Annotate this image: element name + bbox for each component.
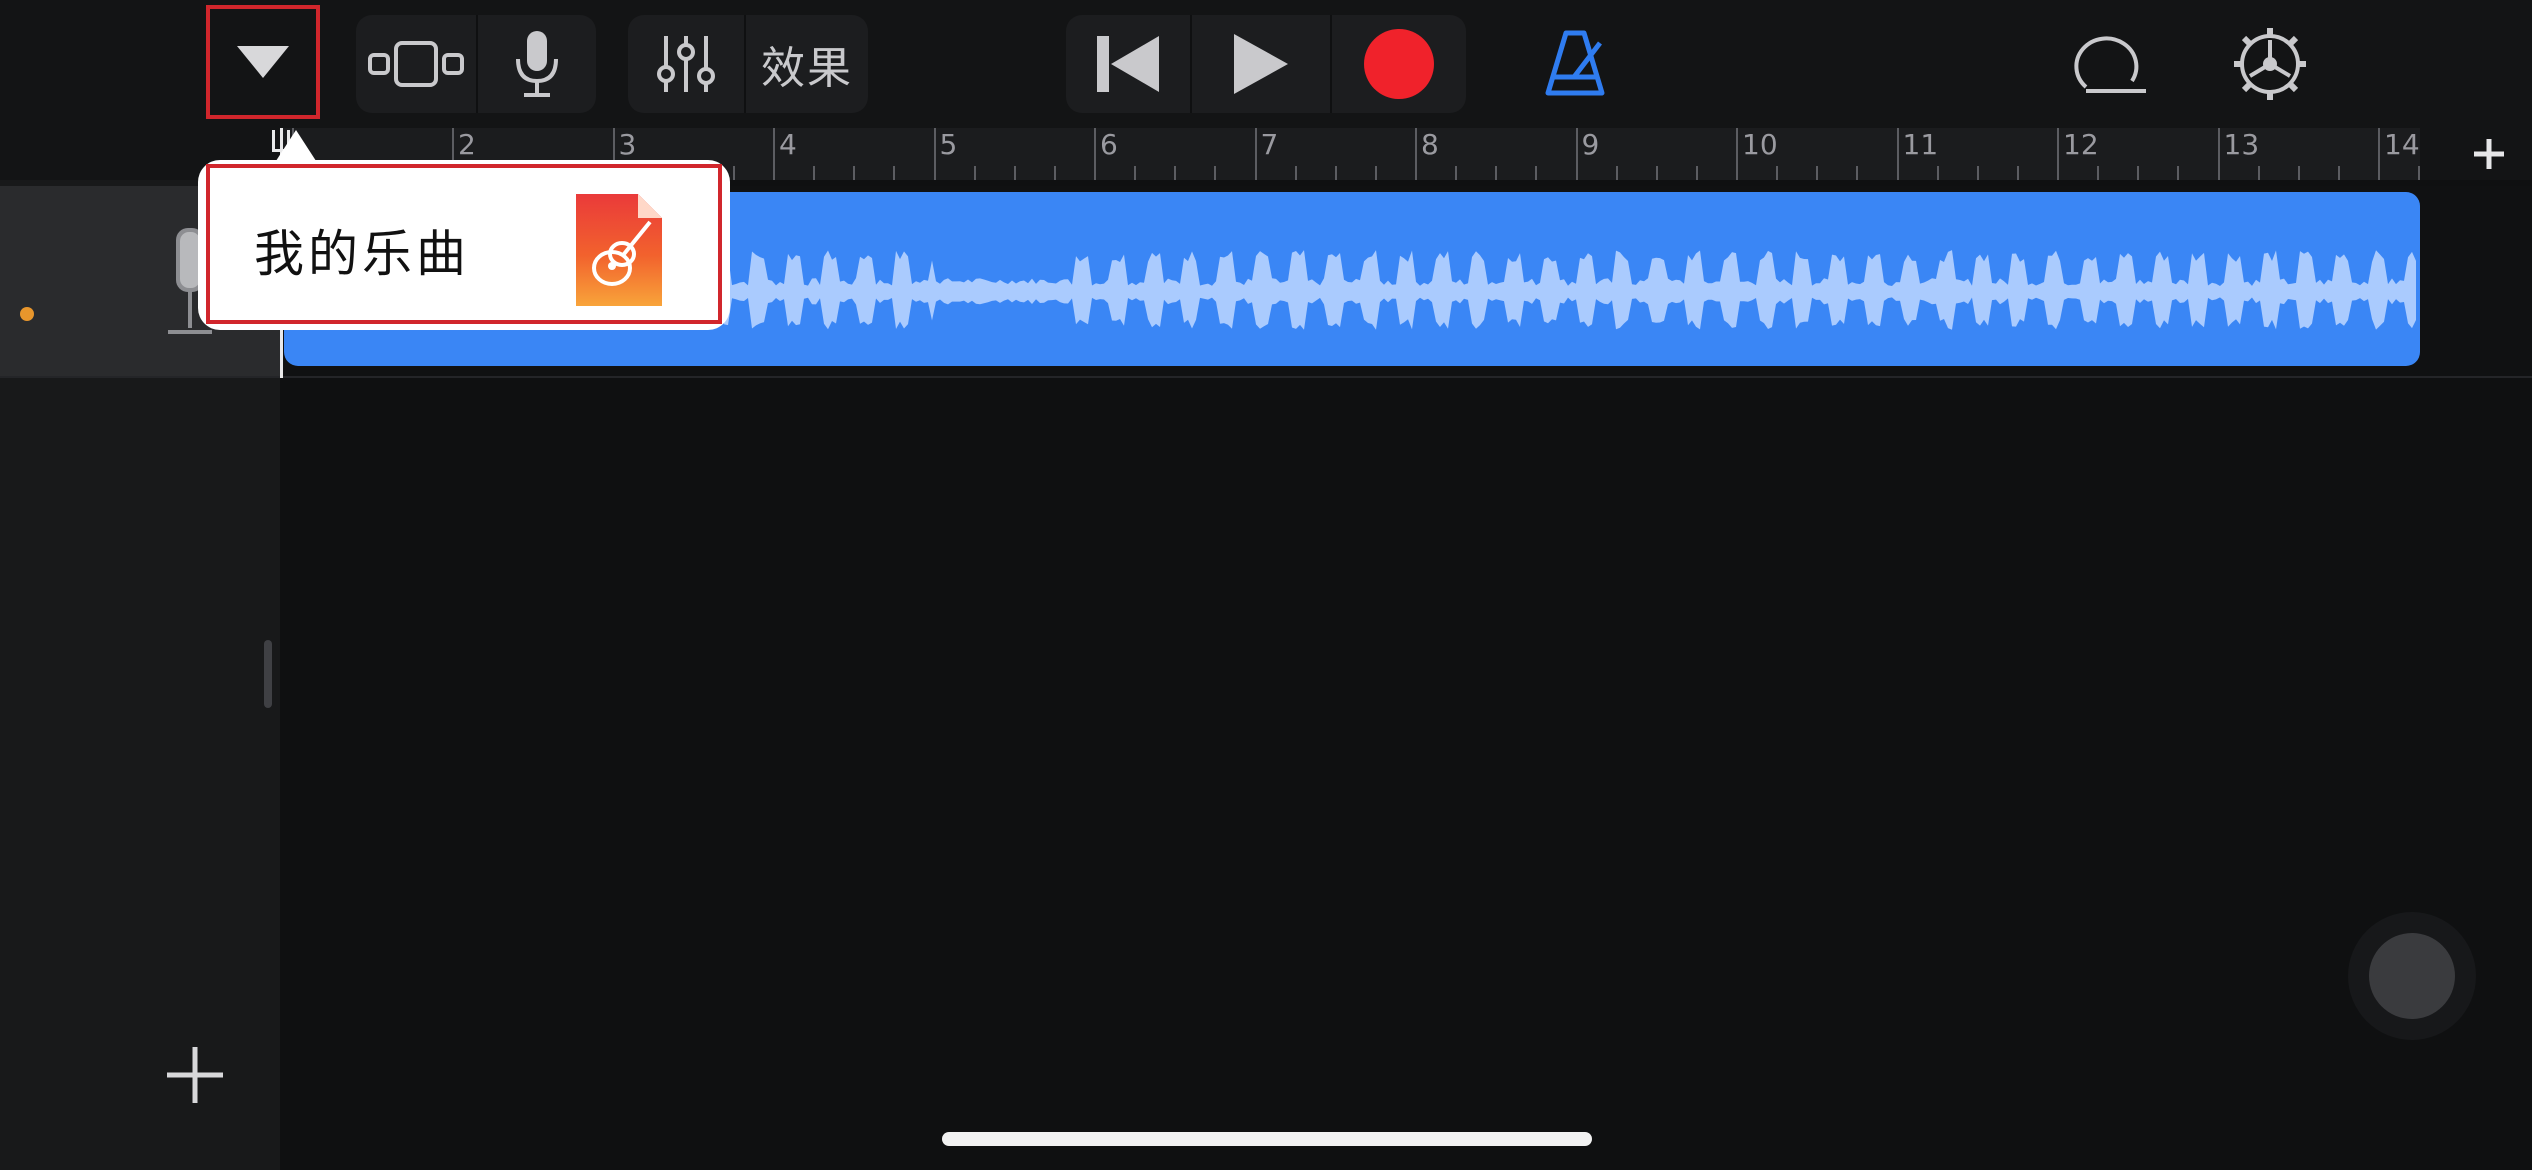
loop-icon bbox=[2074, 36, 2146, 93]
beat-tick bbox=[1334, 166, 1337, 180]
bar-tick bbox=[2378, 128, 2380, 180]
add-track-button[interactable] bbox=[160, 1040, 230, 1110]
beat-tick bbox=[813, 166, 816, 180]
beat-tick bbox=[1816, 166, 1819, 180]
mixer-button[interactable] bbox=[628, 15, 744, 113]
gear-icon bbox=[2234, 28, 2306, 100]
plus-icon bbox=[2474, 139, 2504, 169]
beat-tick bbox=[1455, 166, 1458, 180]
record-icon bbox=[1364, 29, 1434, 99]
beat-tick bbox=[2137, 166, 2140, 180]
beat-tick bbox=[2097, 166, 2100, 180]
triangle-down-icon bbox=[237, 46, 289, 78]
beat-tick bbox=[2177, 166, 2180, 180]
bar-number: 11 bbox=[1902, 128, 1939, 161]
bar-number: 6 bbox=[1100, 128, 1118, 161]
tracks-view-button[interactable] bbox=[356, 15, 476, 113]
beat-tick bbox=[2257, 166, 2260, 180]
bar-tick bbox=[2217, 128, 2220, 180]
bar-number: 2 bbox=[458, 128, 476, 161]
play-button[interactable] bbox=[1192, 15, 1330, 113]
rewind-button[interactable] bbox=[1066, 15, 1190, 113]
beat-tick bbox=[1013, 166, 1016, 180]
beat-tick bbox=[1695, 166, 1698, 180]
beat-tick bbox=[1535, 166, 1538, 180]
bar-number: 7 bbox=[1260, 128, 1279, 161]
bar-number: 9 bbox=[1581, 128, 1600, 161]
beat-tick bbox=[2337, 166, 2340, 180]
popover-arrow bbox=[274, 130, 318, 164]
waveform-shape bbox=[724, 250, 2416, 330]
plus-icon bbox=[167, 1047, 223, 1103]
effects-label: 效果 bbox=[761, 43, 853, 94]
track-record-indicator bbox=[20, 307, 34, 321]
beat-tick bbox=[1495, 166, 1498, 180]
beat-tick bbox=[853, 166, 856, 180]
add-section-button[interactable] bbox=[2464, 132, 2514, 176]
bar-tick bbox=[773, 128, 775, 180]
bar-tick bbox=[1575, 128, 1578, 180]
bar-number: 5 bbox=[939, 128, 958, 161]
effects-button[interactable]: 效果 bbox=[746, 15, 868, 113]
assistive-touch-button[interactable] bbox=[2348, 912, 2476, 1040]
bar-tick bbox=[1094, 128, 1096, 180]
beat-tick bbox=[893, 166, 896, 180]
bar-tick bbox=[1415, 128, 1417, 180]
assistive-touch-core bbox=[2369, 933, 2455, 1019]
bar-number: 8 bbox=[1421, 128, 1439, 161]
record-button[interactable] bbox=[1332, 15, 1466, 113]
bar-number: 13 bbox=[2223, 128, 2260, 161]
loop-browser-button[interactable] bbox=[2064, 15, 2160, 113]
mix-group: 效果 bbox=[628, 15, 868, 113]
bar-number: 10 bbox=[1742, 128, 1778, 161]
bar-tick bbox=[2057, 128, 2059, 180]
instrument-button[interactable] bbox=[478, 15, 596, 113]
settings-button[interactable] bbox=[2222, 15, 2318, 113]
bar-number: 14 bbox=[2384, 128, 2420, 161]
beat-tick bbox=[1134, 166, 1137, 180]
beat-tick bbox=[2297, 166, 2300, 180]
my-songs-item[interactable]: 我的乐曲 bbox=[206, 164, 722, 324]
bar-number: 4 bbox=[779, 128, 797, 161]
garageband-window: 效果 2 3 4 5 6 7 8 9 10 11 12 13 14 我的乐曲 bbox=[0, 0, 2532, 1170]
beat-tick bbox=[1053, 166, 1056, 180]
tracks-view-icon bbox=[368, 41, 464, 87]
beat-tick bbox=[1655, 166, 1658, 180]
bar-tick bbox=[933, 128, 936, 180]
bar-number: 3 bbox=[618, 128, 637, 161]
beat-tick bbox=[1976, 166, 1979, 180]
beat-tick bbox=[973, 166, 976, 180]
header-resize-handle[interactable] bbox=[264, 640, 272, 708]
lane-divider bbox=[0, 376, 2532, 378]
play-icon bbox=[1234, 34, 1288, 94]
home-indicator[interactable] bbox=[942, 1132, 1592, 1146]
view-group bbox=[356, 15, 596, 113]
skip-back-icon bbox=[1097, 36, 1159, 92]
sliders-icon bbox=[657, 36, 715, 92]
bar-tick bbox=[1254, 128, 1257, 180]
garageband-icon bbox=[576, 194, 662, 306]
beat-tick bbox=[732, 166, 735, 180]
beat-tick bbox=[1856, 166, 1859, 180]
metronome-icon bbox=[1545, 30, 1605, 96]
beat-tick bbox=[1615, 166, 1618, 180]
beat-tick bbox=[1374, 166, 1377, 180]
my-songs-menu-button[interactable] bbox=[206, 5, 320, 119]
beat-tick bbox=[1776, 166, 1779, 180]
beat-tick bbox=[1174, 166, 1177, 180]
toolbar: 效果 bbox=[0, 0, 2532, 128]
bar-tick bbox=[1736, 128, 1738, 180]
beat-tick bbox=[1214, 166, 1217, 180]
microphone-icon bbox=[516, 31, 558, 97]
beat-tick bbox=[2016, 166, 2019, 180]
song-menu-popover: 我的乐曲 bbox=[198, 160, 730, 330]
metronome-button[interactable] bbox=[1530, 15, 1620, 113]
my-songs-label: 我的乐曲 bbox=[254, 225, 470, 283]
transport-group bbox=[1066, 15, 1466, 113]
bar-number: 12 bbox=[2063, 128, 2099, 161]
beat-tick bbox=[1294, 166, 1297, 180]
beat-tick bbox=[1936, 166, 1939, 180]
bar-tick bbox=[1896, 128, 1899, 180]
